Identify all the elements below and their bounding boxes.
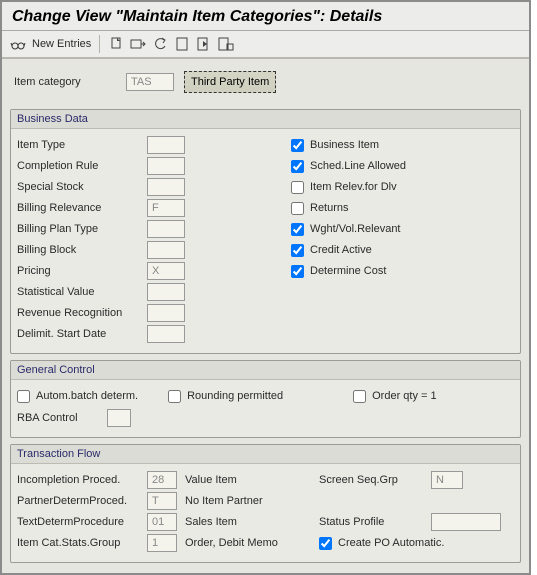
sched-line-checkbox[interactable] [291,160,304,173]
section-header-transaction-flow: Transaction Flow [11,445,520,464]
determine-cost-label: Determine Cost [310,265,386,277]
status-profile-field[interactable] [431,513,501,531]
delimit-start-label: Delimit. Start Date [17,328,147,340]
delimit-start-field[interactable] [147,325,185,343]
copy-icon[interactable] [108,36,124,52]
rba-control-label: RBA Control [17,412,107,424]
value-item-label: Value Item [177,474,319,486]
new-entries-button[interactable]: New Entries [32,38,91,50]
business-item-label: Business Item [310,139,379,151]
partner-determ-proced-field[interactable] [147,492,177,510]
item-relev-dlv-checkbox[interactable] [291,181,304,194]
item-category-label: Item category [14,76,116,88]
page-next-icon[interactable] [196,36,212,52]
item-category-field[interactable] [126,73,174,91]
create-po-automatic-label: Create PO Automatic. [338,537,444,549]
completion-rule-field[interactable] [147,157,185,175]
special-stock-field[interactable] [147,178,185,196]
item-cat-stats-group-field[interactable] [147,534,177,552]
item-type-label: Item Type [17,139,147,151]
billing-plan-type-field[interactable] [147,220,185,238]
status-profile-label: Status Profile [319,516,431,528]
order-qty1-checkbox[interactable] [353,390,366,403]
credit-active-checkbox[interactable] [291,244,304,257]
special-stock-label: Special Stock [17,181,147,193]
partner-determ-proced-label: PartnerDetermProced. [17,495,147,507]
returns-label: Returns [310,202,349,214]
screen-seq-grp-field[interactable] [431,471,463,489]
no-item-partner-label: No Item Partner [177,495,319,507]
incompletion-proced-label: Incompletion Proced. [17,474,147,486]
select-all-icon[interactable] [130,36,146,52]
window-frame: Change View "Maintain Item Categories": … [0,0,531,575]
order-debit-memo-label: Order, Debit Memo [177,537,319,549]
item-relev-dlv-label: Item Relev.for Dlv [310,181,397,193]
section-general-control: General Control Autom.batch determ. Roun… [10,360,521,438]
business-item-checkbox[interactable] [291,139,304,152]
item-type-field[interactable] [147,136,185,154]
undo-icon[interactable] [152,36,168,52]
section-header-general-control: General Control [11,361,520,380]
revenue-recog-label: Revenue Recognition [17,307,147,319]
toolbar: New Entries [2,31,529,59]
revenue-recog-field[interactable] [147,304,185,322]
rba-control-field[interactable] [107,409,131,427]
completion-rule-label: Completion Rule [17,160,147,172]
section-transaction-flow: Transaction Flow Incompletion Proced. Va… [10,444,521,563]
screen-seq-grp-label: Screen Seq.Grp [319,474,431,486]
billing-relevance-label: Billing Relevance [17,202,147,214]
item-category-row: Item category Third Party Item [10,65,521,103]
returns-checkbox[interactable] [291,202,304,215]
autom-batch-checkbox[interactable] [17,390,30,403]
autom-batch-label: Autom.batch determ. [36,390,138,402]
order-qty1-label: Order qty = 1 [372,390,437,402]
incompletion-proced-field[interactable] [147,471,177,489]
billing-block-field[interactable] [147,241,185,259]
create-po-automatic-checkbox[interactable] [319,537,332,550]
pricing-label: Pricing [17,265,147,277]
sales-item-label: Sales Item [177,516,319,528]
section-header-business-data: Business Data [11,110,520,129]
billing-plan-type-label: Billing Plan Type [17,223,147,235]
sched-line-label: Sched.Line Allowed [310,160,406,172]
text-determ-procedure-field[interactable] [147,513,177,531]
glasses-icon[interactable] [10,36,26,52]
credit-active-label: Credit Active [310,244,372,256]
content-area: Item category Third Party Item Business … [2,59,529,573]
page-config-icon[interactable] [218,36,234,52]
item-cat-stats-group-label: Item Cat.Stats.Group [17,537,147,549]
statistical-value-label: Statistical Value [17,286,147,298]
wght-vol-checkbox[interactable] [291,223,304,236]
page-icon[interactable] [174,36,190,52]
rounding-label: Rounding permitted [187,390,283,402]
billing-block-label: Billing Block [17,244,147,256]
rounding-checkbox[interactable] [168,390,181,403]
billing-relevance-field[interactable] [147,199,185,217]
determine-cost-checkbox[interactable] [291,265,304,278]
wght-vol-label: Wght/Vol.Relevant [310,223,401,235]
statistical-value-field[interactable] [147,283,185,301]
section-business-data: Business Data Item Type Completion Rule … [10,109,521,354]
text-determ-procedure-label: TextDetermProcedure [17,516,147,528]
window-title: Change View "Maintain Item Categories": … [2,2,529,31]
pricing-field[interactable] [147,262,185,280]
item-category-desc: Third Party Item [184,71,276,93]
